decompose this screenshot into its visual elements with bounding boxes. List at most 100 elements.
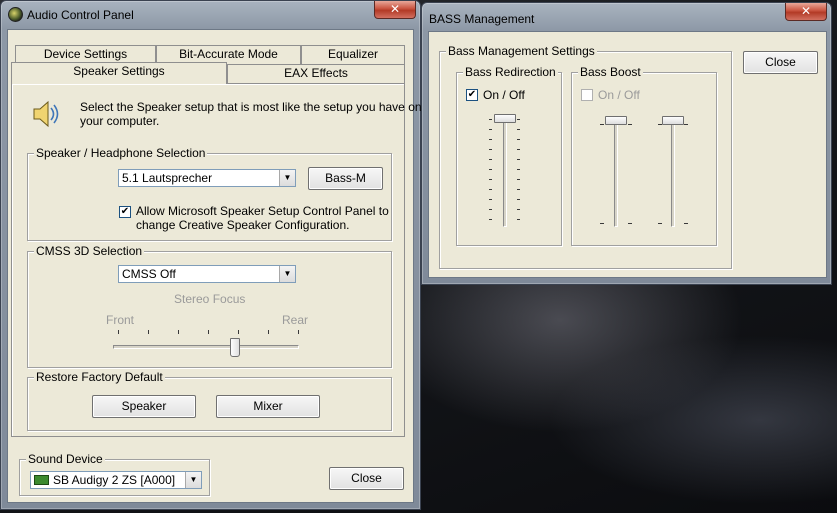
- audio-panel-titlebar[interactable]: Audio Control Panel ✕: [1, 1, 420, 29]
- bass-redirection-tick: [517, 159, 520, 160]
- sound-device-select[interactable]: SB Audigy 2 ZS [A000] ▼: [30, 471, 202, 489]
- front-label: Front: [106, 313, 135, 327]
- allow-ms-setup-label-line1: Allow Microsoft Speaker Setup Control Pa…: [136, 204, 389, 218]
- bass-redirection-tick: [517, 119, 520, 120]
- cmss-value: CMSS Off: [122, 267, 176, 281]
- intro-text-line1: Select the Speaker setup that is most li…: [80, 100, 422, 114]
- stereo-focus-ticks: [118, 330, 299, 336]
- stereo-focus-tick: [148, 330, 149, 334]
- audio-panel-close-icon[interactable]: ✕: [374, 1, 416, 19]
- audio-panel-client: Device Settings Bit-Accurate Mode Equali…: [7, 29, 422, 503]
- bass-boost-group: Bass Boost On / Off: [571, 65, 717, 246]
- bass-boost-right-track[interactable]: [671, 119, 675, 227]
- bass-redirection-tick: [517, 149, 520, 150]
- bass-redirection-tick: [489, 129, 492, 130]
- stereo-focus-tick: [118, 330, 119, 334]
- bass-redirection-tick: [517, 139, 520, 140]
- bass-close-button[interactable]: Close: [743, 51, 818, 74]
- bass-management-window: BASS Management ✕ Bass Management Settin…: [421, 2, 832, 285]
- allow-ms-setup-label-line2: change Creative Speaker Configuration.: [136, 218, 350, 232]
- audio-control-panel-window: Audio Control Panel ✕ Device Settings Bi…: [0, 0, 422, 510]
- bass-redirection-group: Bass Redirection ✔ On / Off: [456, 65, 562, 246]
- intro-text-line2: your computer.: [80, 114, 160, 128]
- chevron-down-icon[interactable]: ▼: [279, 170, 295, 186]
- tab-equalizer[interactable]: Equalizer: [301, 45, 405, 64]
- bass-redirection-tick: [489, 139, 492, 140]
- stereo-focus-tick: [238, 330, 239, 334]
- bass-boost-right-tick-top: [684, 124, 688, 125]
- cmss-group: CMSS 3D Selection CMSS Off ▼ Stereo Focu…: [27, 244, 392, 368]
- stereo-focus-track[interactable]: [113, 345, 299, 349]
- bass-boost-left-tick-top: [600, 124, 604, 125]
- bass-redirection-tick: [517, 189, 520, 190]
- bass-title: BASS Management: [429, 12, 535, 26]
- tab-speaker-settings[interactable]: Speaker Settings: [11, 62, 227, 84]
- bass-settings-label: Bass Management Settings: [446, 44, 597, 58]
- tab-eax-effects[interactable]: EAX Effects: [227, 64, 405, 83]
- sound-device-group: Sound Device SB Audigy 2 ZS [A000] ▼: [19, 452, 210, 496]
- bass-settings-group: Bass Management Settings Bass Redirectio…: [439, 44, 732, 269]
- bass-redirection-tick: [489, 189, 492, 190]
- bass-m-button[interactable]: Bass-M: [308, 167, 383, 190]
- bass-redirection-tick: [489, 199, 492, 200]
- bass-boost-right-slider-thumb[interactable]: [662, 116, 684, 125]
- bass-redirection-tick: [517, 179, 520, 180]
- bass-boost-left-track[interactable]: [614, 119, 618, 227]
- bass-boost-checkbox[interactable]: [581, 89, 593, 101]
- stereo-focus-tick: [208, 330, 209, 334]
- sound-device-value: SB Audigy 2 ZS [A000]: [53, 473, 176, 487]
- bass-redirection-tick: [517, 169, 520, 170]
- chevron-down-icon[interactable]: ▼: [279, 266, 295, 282]
- stereo-focus-label: Stereo Focus: [174, 292, 246, 306]
- rear-label: Rear: [282, 313, 309, 327]
- bass-redirection-tick: [489, 119, 492, 120]
- bass-redirection-tick: [489, 219, 492, 220]
- bass-boost-right-tick-bottom: [658, 223, 662, 224]
- speaker-icon: [30, 98, 62, 130]
- speaker-settings-panel: Select the Speaker setup that is most li…: [11, 83, 422, 437]
- stereo-focus-tick: [178, 330, 179, 334]
- audio-panel-close-button[interactable]: Close: [329, 467, 404, 490]
- bass-boost-left-tick-bottom: [600, 223, 604, 224]
- bass-redirection-tick: [489, 159, 492, 160]
- chevron-down-icon[interactable]: ▼: [185, 472, 201, 488]
- bass-redirection-label: Bass Redirection: [463, 65, 558, 79]
- cmss-select[interactable]: CMSS Off ▼: [118, 265, 296, 283]
- bass-boost-left-tick-top: [628, 124, 632, 125]
- bass-titlebar[interactable]: BASS Management ✕: [422, 3, 831, 31]
- bass-redirection-tick: [489, 149, 492, 150]
- bass-redirection-toggle-label: On / Off: [483, 88, 525, 102]
- bass-boost-left-slider-thumb[interactable]: [605, 116, 627, 125]
- speaker-selection-group: Speaker / Headphone Selection 5.1 Lautsp…: [27, 146, 392, 241]
- bass-boost-left-tick-bottom: [628, 223, 632, 224]
- bass-redirection-tick: [517, 129, 520, 130]
- sound-device-label: Sound Device: [26, 452, 105, 466]
- restore-defaults-group: Restore Factory Default Speaker Mixer: [27, 370, 392, 431]
- bass-redirection-tick: [489, 209, 492, 210]
- bass-redirection-tick: [517, 219, 520, 220]
- restore-defaults-label: Restore Factory Default: [34, 370, 165, 384]
- bass-client: Bass Management Settings Bass Redirectio…: [428, 31, 827, 278]
- speaker-config-select[interactable]: 5.1 Lautsprecher ▼: [118, 169, 296, 187]
- restore-mixer-button[interactable]: Mixer: [216, 395, 320, 418]
- bass-redirection-tick: [517, 209, 520, 210]
- creative-app-icon: [8, 7, 23, 22]
- bass-redirection-track[interactable]: [503, 117, 507, 227]
- bass-close-icon[interactable]: ✕: [785, 3, 827, 21]
- speaker-selection-label: Speaker / Headphone Selection: [34, 146, 208, 160]
- speaker-config-value: 5.1 Lautsprecher: [122, 171, 213, 185]
- stereo-focus-slider-thumb[interactable]: [230, 338, 240, 357]
- bass-redirection-slider-thumb[interactable]: [494, 114, 516, 123]
- stereo-focus-tick: [268, 330, 269, 334]
- bass-boost-toggle-label: On / Off: [598, 88, 640, 102]
- bass-redirection-tick: [489, 169, 492, 170]
- audio-panel-title: Audio Control Panel: [27, 8, 134, 22]
- allow-ms-setup-checkbox[interactable]: ✔: [119, 206, 131, 218]
- restore-speaker-button[interactable]: Speaker: [92, 395, 196, 418]
- bass-boost-right-tick-bottom: [684, 223, 688, 224]
- bass-redirection-tick: [489, 179, 492, 180]
- stereo-focus-tick: [298, 330, 299, 334]
- bass-redirection-checkbox[interactable]: ✔: [466, 89, 478, 101]
- bass-redirection-tick: [517, 199, 520, 200]
- sound-card-icon: [34, 475, 49, 485]
